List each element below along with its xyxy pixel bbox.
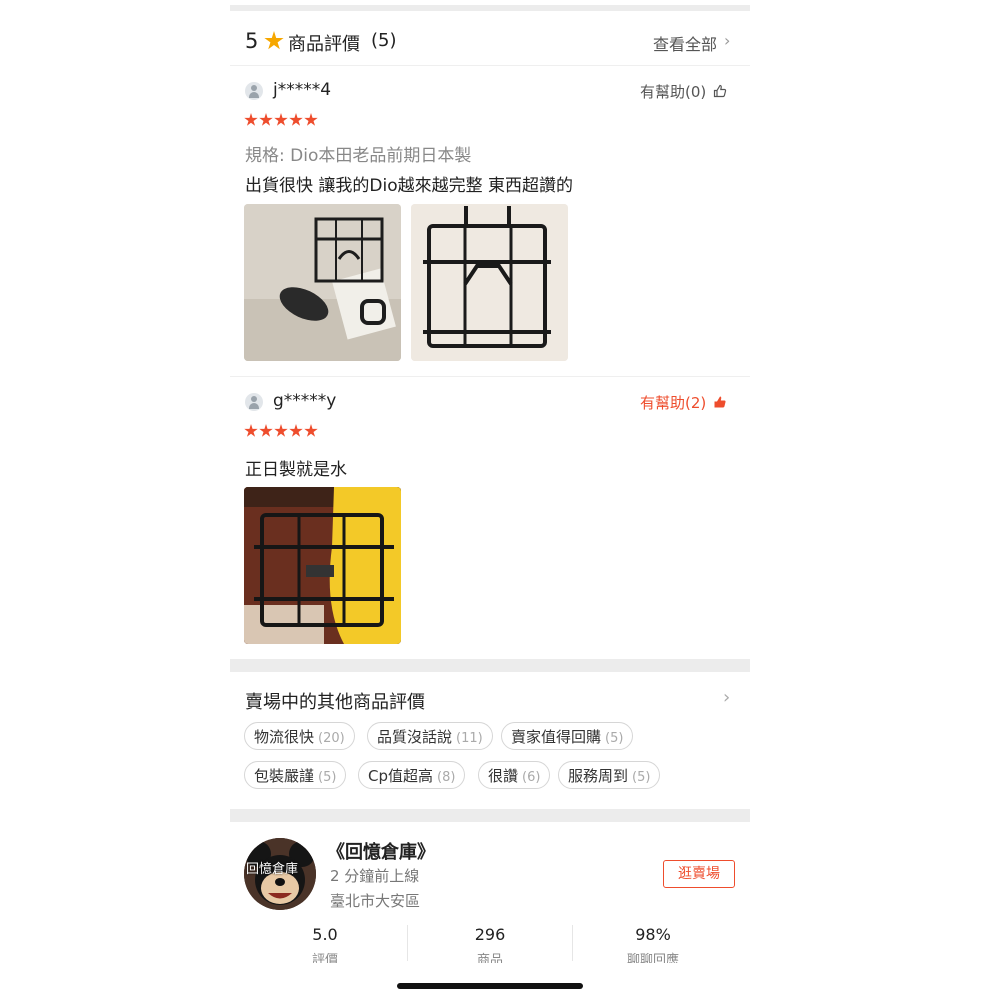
review-tag-label: 服務周到: [568, 767, 629, 785]
star-icon: [259, 424, 273, 437]
shop-name[interactable]: 《回憶倉庫》: [327, 838, 435, 864]
review-tag-label: 物流很快: [254, 728, 315, 746]
review-text: 正日製就是水: [245, 460, 347, 480]
review-tag-count: (8): [437, 770, 456, 785]
review-tag-label: 包裝嚴謹: [254, 767, 315, 785]
review-tag[interactable]: 服務周到 (5): [558, 761, 661, 789]
review-username: g*****y: [273, 391, 337, 411]
stat-value: 296: [474, 925, 506, 944]
star-rating: [244, 423, 319, 442]
star-icon: [264, 31, 284, 50]
rack-photo-image: [244, 204, 401, 361]
review-item: j*****4 有幫助(0) 規格: Dio本田老品前期日本製 出貨很快 讓我的…: [230, 66, 750, 376]
shop-info-section: 回憶倉庫 《回憶倉庫》 2 分鐘前上線 臺北市大安區 逛賣場 5.0 評價 29…: [230, 823, 750, 963]
chevron-right-icon[interactable]: ›: [723, 687, 730, 708]
helpful-count: (0): [685, 83, 707, 101]
section-separator: [230, 809, 750, 822]
ratings-header[interactable]: 5 商品評價 (5) 查看全部 ›: [230, 18, 750, 64]
star-icon: [274, 424, 288, 437]
review-username: j*****4: [273, 80, 332, 100]
review-tag-count: (5): [605, 731, 624, 746]
stat-label: 聊聊回應: [626, 953, 679, 963]
review-photo[interactable]: [244, 204, 401, 361]
review-tag-label: 賣家值得回購: [511, 728, 602, 746]
stat-value: 5.0: [312, 925, 338, 944]
view-all-link[interactable]: 查看全部: [653, 31, 717, 55]
rack-photo-image: [411, 204, 568, 361]
review-tag-count: (5): [318, 770, 337, 785]
star-icon: [289, 113, 303, 126]
section-separator: [230, 5, 750, 11]
stat-label: 評價: [311, 953, 338, 963]
star-icon: [244, 424, 258, 437]
helpful-count: (2): [685, 394, 707, 412]
review-tag-label: 很讚: [488, 767, 519, 785]
review-photo[interactable]: [411, 204, 568, 361]
helpful-label: 有幫助: [640, 83, 686, 101]
ratings-title: 商品評價: [288, 34, 360, 55]
shop-avatar-text: 回憶倉庫: [246, 862, 299, 877]
star-icon: [304, 424, 318, 437]
visit-shop-button[interactable]: 逛賣場: [663, 860, 735, 888]
review-text: 出貨很快 讓我的Dio越來越完整 東西超讚的: [245, 176, 574, 196]
review-tag[interactable]: Cp值超高 (8): [358, 761, 466, 789]
home-indicator[interactable]: [397, 983, 583, 989]
stat-divider: [407, 925, 408, 961]
bottom-safe-area: [230, 963, 750, 1000]
review-item: g*****y 有幫助(2) 正日製就是水: [230, 377, 750, 657]
star-icon: [274, 113, 288, 126]
helpful-button[interactable]: 有幫助(2): [640, 392, 727, 413]
thumbs-up-outline-icon: [713, 84, 727, 98]
review-tag-count: (11): [456, 731, 483, 746]
helpful-button[interactable]: 有幫助(0): [640, 81, 727, 102]
review-tag-label: 品質沒話說: [377, 728, 453, 746]
section-separator: [230, 659, 750, 672]
phone-screen: 5 商品評價 (5) 查看全部 › j*****4 有幫助(0) 規格: Dio…: [230, 0, 750, 1000]
review-tag-count: (20): [318, 731, 345, 746]
shop-reviews-title: 賣場中的其他商品評價: [245, 692, 425, 713]
review-tag[interactable]: 品質沒話說 (11): [367, 722, 493, 750]
review-tag-label: Cp值超高: [368, 767, 433, 785]
stat-label: 商品: [476, 953, 503, 963]
thumbs-up-filled-icon: [714, 396, 726, 408]
stat-value: 98%: [635, 925, 671, 944]
user-avatar-icon: [245, 82, 263, 100]
rack-photo-image: [244, 487, 401, 644]
review-tag[interactable]: 物流很快 (20): [244, 722, 355, 750]
shop-avatar[interactable]: 回憶倉庫: [244, 838, 316, 910]
review-tag-count: (5): [632, 770, 651, 785]
review-tag[interactable]: 包裝嚴謹 (5): [244, 761, 347, 789]
chevron-right-icon[interactable]: ›: [724, 31, 730, 50]
shop-online-status: 2 分鐘前上線: [330, 867, 420, 885]
star-rating: [244, 112, 319, 131]
review-tag[interactable]: 很讚 (6): [478, 761, 551, 789]
helpful-label: 有幫助: [640, 394, 686, 412]
star-icon: [304, 113, 318, 126]
review-tag[interactable]: 賣家值得回購 (5): [501, 722, 634, 750]
shop-reviews-section[interactable]: 賣場中的其他商品評價 › 物流很快 (20) 品質沒話說 (11) 賣家值得回購 (5…: [230, 673, 750, 808]
ratings-count: (5): [371, 30, 397, 51]
review-photo[interactable]: [244, 487, 401, 644]
shop-location: 臺北市大安區: [330, 892, 421, 910]
user-avatar-icon: [245, 393, 263, 411]
review-spec: 規格: Dio本田老品前期日本製: [245, 146, 472, 166]
star-icon: [244, 113, 258, 126]
rating-score: 5: [245, 29, 259, 53]
review-tag-count: (6): [522, 770, 541, 785]
star-icon: [259, 113, 273, 126]
star-icon: [289, 424, 303, 437]
